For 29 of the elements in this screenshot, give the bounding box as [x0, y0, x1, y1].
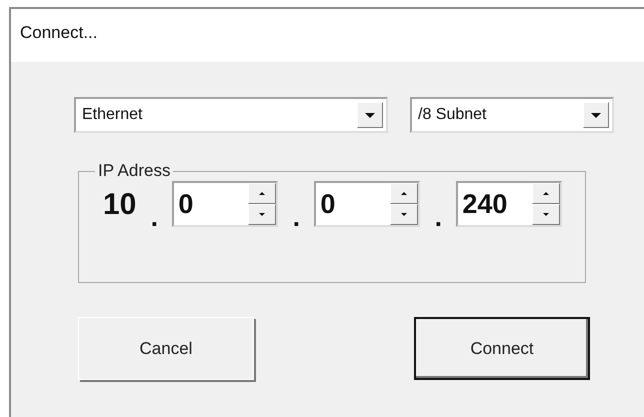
dropdown-button[interactable] [357, 102, 383, 128]
caret-down-icon [259, 213, 266, 216]
caret-up-icon [401, 192, 408, 195]
caret-down-icon [543, 213, 550, 216]
octet-spinbox[interactable]: 0 [314, 181, 420, 227]
window-title: Connect... [20, 22, 98, 42]
spin-up-button[interactable] [532, 183, 560, 204]
dot-separator: . [434, 207, 443, 227]
connect-button[interactable]: Connect [414, 317, 590, 380]
dot-separator: . [292, 207, 301, 227]
octet-spinbox[interactable]: 0 [172, 181, 278, 227]
octet-label: 10 [103, 189, 136, 221]
caret-down-icon [591, 112, 601, 118]
spin-down-button[interactable] [532, 204, 560, 225]
network-dropdown[interactable]: Ethernet [74, 97, 388, 133]
spin-down-button[interactable] [390, 204, 418, 225]
cancel-button[interactable]: Cancel [78, 317, 254, 380]
caret-up-icon [259, 192, 266, 195]
subnet-dropdown[interactable]: /8 Subnet [410, 97, 614, 133]
spin-up-button[interactable] [390, 183, 418, 204]
octet-spinbox[interactable]: 240 [456, 181, 562, 227]
dot-separator: . [150, 207, 159, 227]
caret-up-icon [543, 192, 550, 195]
dropdown-button[interactable] [583, 102, 609, 128]
spin-up-button[interactable] [248, 183, 276, 204]
group-label: IP Adress [97, 161, 172, 181]
caret-down-icon [365, 112, 375, 118]
caret-down-icon [401, 213, 408, 216]
spin-down-button[interactable] [248, 204, 276, 225]
